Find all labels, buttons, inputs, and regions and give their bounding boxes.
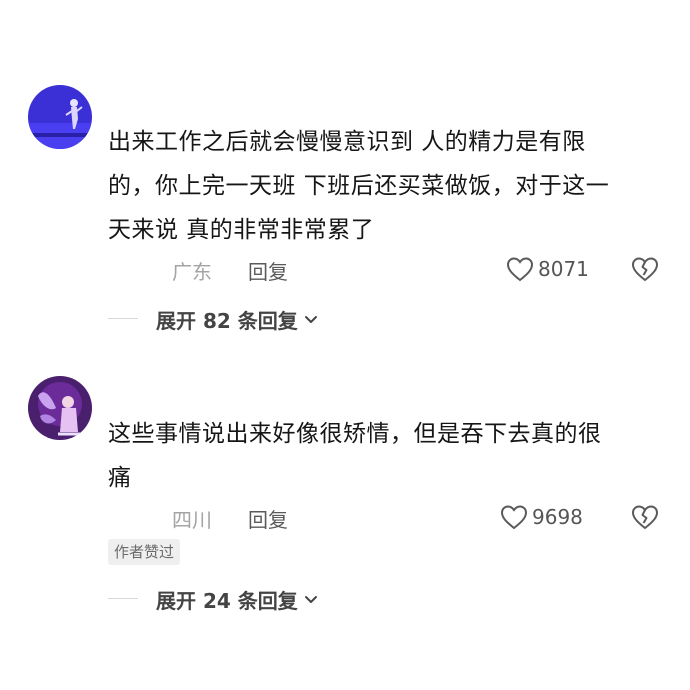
- expand-divider: [108, 598, 138, 599]
- expand-replies-label: 展开 24 条回复: [156, 588, 298, 613]
- comment-text-line: 出来工作之后就会慢慢意识到 人的精力是有限: [108, 129, 586, 155]
- reply-button[interactable]: 回复: [248, 504, 288, 533]
- comment-text-line: 痛: [108, 465, 132, 491]
- author-liked-badge: 作者赞过: [108, 539, 181, 565]
- avatar[interactable]: [28, 376, 92, 440]
- comment-meta: 广东 回复 8071: [0, 252, 690, 288]
- broken-heart-icon: [631, 257, 659, 282]
- dislike-button[interactable]: [630, 254, 660, 284]
- avatar-purple-figure-icon: [28, 376, 92, 440]
- reply-button[interactable]: 回复: [248, 256, 288, 285]
- expand-replies-button[interactable]: 展开 24 条回复: [156, 582, 320, 616]
- comment-location: 四川: [172, 508, 212, 532]
- broken-heart-icon: [631, 505, 659, 530]
- comment-meta: 四川 回复 9698: [0, 500, 690, 536]
- expand-replies-label: 展开 82 条回复: [156, 308, 298, 333]
- expand-divider: [108, 318, 138, 319]
- expand-replies: 展开 82 条回复: [0, 302, 690, 336]
- comment-text-line: 的，你上完一天班 下班后还买菜做饭，对于这一: [108, 173, 610, 199]
- comment-text-line: 天来说 真的非常非常累了: [108, 217, 375, 243]
- comment-text: 这些事情说出来好像很矫情，但是吞下去真的很 痛: [108, 412, 668, 500]
- heart-outline-icon: [500, 505, 528, 530]
- comment-text: 出来工作之后就会慢慢意识到 人的精力是有限 的，你上完一天班 下班后还买菜做饭，…: [108, 120, 668, 252]
- heart-outline-icon: [506, 257, 534, 282]
- chevron-down-icon: [304, 316, 317, 323]
- like-button[interactable]: 8071: [506, 252, 589, 286]
- like-count: 9698: [532, 505, 583, 529]
- like-count: 8071: [538, 257, 589, 281]
- expand-replies-button[interactable]: 展开 82 条回复: [156, 302, 320, 336]
- like-button[interactable]: 9698: [500, 500, 583, 534]
- dislike-button[interactable]: [630, 502, 660, 532]
- comment-text-line: 这些事情说出来好像很矫情，但是吞下去真的很: [108, 421, 602, 447]
- expand-replies: 展开 24 条回复: [0, 582, 690, 616]
- avatar[interactable]: [28, 85, 92, 149]
- avatar-blue-figure-icon: [28, 85, 92, 149]
- comment-location: 广东: [172, 260, 212, 284]
- chevron-down-icon: [304, 596, 317, 603]
